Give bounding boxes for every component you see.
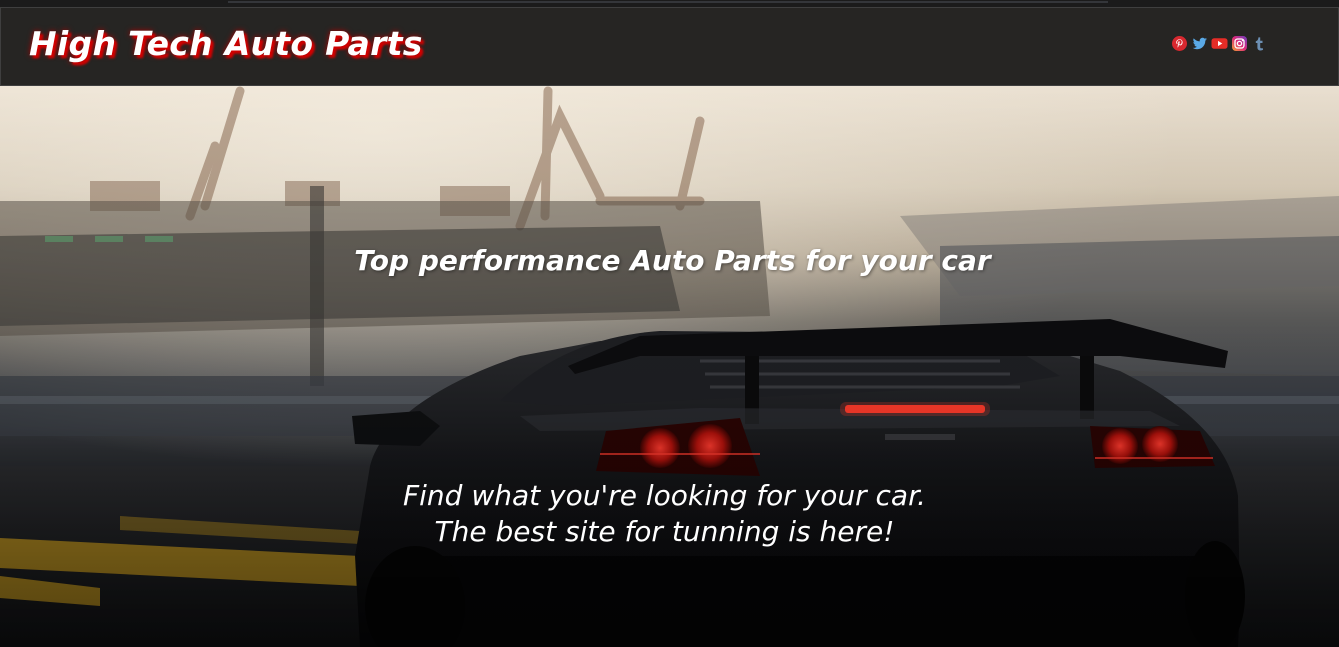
instagram-icon[interactable] bbox=[1231, 35, 1248, 52]
hero-subtext: Find what you're looking for your car. T… bbox=[0, 478, 1339, 550]
pinterest-icon[interactable] bbox=[1171, 35, 1188, 52]
social-links bbox=[1171, 34, 1268, 52]
hero-banner: Top performance Auto Parts for your car … bbox=[0, 86, 1339, 647]
twitter-icon[interactable] bbox=[1191, 35, 1208, 52]
site-brand-logo[interactable]: High Tech Auto Parts bbox=[29, 24, 423, 63]
site-header: High Tech Auto Parts bbox=[0, 7, 1339, 86]
top-edge-strip bbox=[228, 1, 1108, 3]
hero-tagline: Top performance Auto Parts for your car bbox=[354, 244, 991, 277]
hero-subtext-line-2: The best site for tunning is here! bbox=[434, 515, 895, 548]
youtube-icon[interactable] bbox=[1211, 35, 1228, 52]
hero-background-image bbox=[0, 86, 1339, 647]
browser-top-edge bbox=[0, 0, 1339, 7]
tumblr-icon[interactable] bbox=[1251, 35, 1268, 52]
hero-subtext-line-1: Find what you're looking for your car. bbox=[403, 479, 926, 512]
